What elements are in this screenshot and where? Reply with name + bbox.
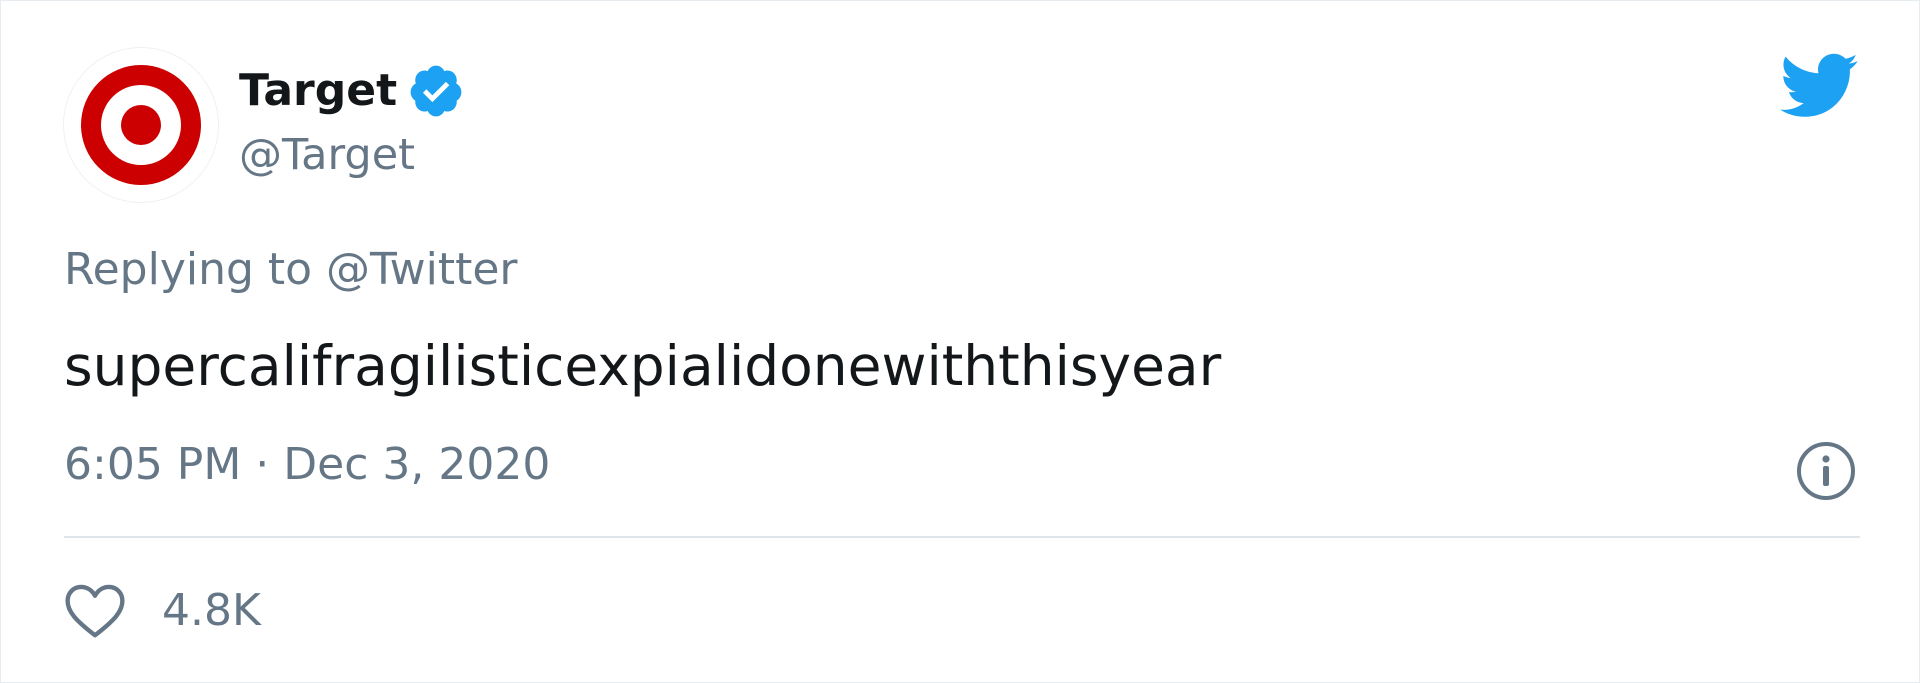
- display-name-row[interactable]: Target: [239, 61, 465, 121]
- divider: [64, 536, 1860, 538]
- verified-badge-icon: [410, 65, 462, 117]
- user-handle[interactable]: @Target: [239, 127, 415, 183]
- tweet-text: supercalifragilisticexpialidonewiththisy…: [64, 334, 1222, 398]
- heart-outline-icon[interactable]: [64, 582, 126, 640]
- replying-to[interactable]: Replying to @Twitter: [64, 242, 518, 298]
- info-circle-icon[interactable]: [1795, 440, 1857, 502]
- like-button[interactable]: 4.8K: [64, 579, 261, 643]
- avatar[interactable]: [64, 48, 218, 202]
- like-count: 4.8K: [162, 585, 261, 636]
- display-name[interactable]: Target: [239, 61, 397, 121]
- tweet-card: Target @Target Replying to @Twitter supe…: [0, 0, 1920, 683]
- twitter-bird-icon[interactable]: [1777, 51, 1859, 123]
- target-logo-icon: [81, 65, 201, 185]
- tweet-timestamp[interactable]: 6:05 PM · Dec 3, 2020: [64, 437, 550, 493]
